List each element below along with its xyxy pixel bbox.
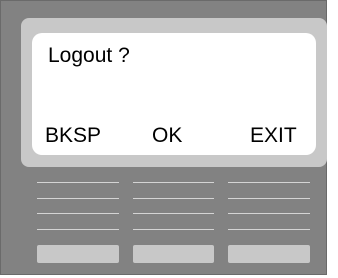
grille-line [37,213,119,214]
phone-device: Logout ? BKSP OK EXIT [0,0,327,275]
softkey-bksp-label[interactable]: BKSP [45,125,101,146]
grille-line [228,198,310,199]
hardware-softkey-middle[interactable] [133,245,214,263]
hardware-softkey-left[interactable] [37,245,119,263]
grille-line [228,213,310,214]
grille-line [37,182,119,183]
grille-line [133,229,214,230]
grille-line [37,198,119,199]
grille-line [228,182,310,183]
grille-line [133,182,214,183]
softkey-ok-label[interactable]: OK [152,125,182,146]
grille-line [228,229,310,230]
logout-prompt: Logout ? [48,44,130,67]
softkey-exit-label[interactable]: EXIT [250,125,297,146]
grille-line [37,229,119,230]
grille-line [133,198,214,199]
grille-line [133,213,214,214]
hardware-softkey-right[interactable] [228,245,310,263]
